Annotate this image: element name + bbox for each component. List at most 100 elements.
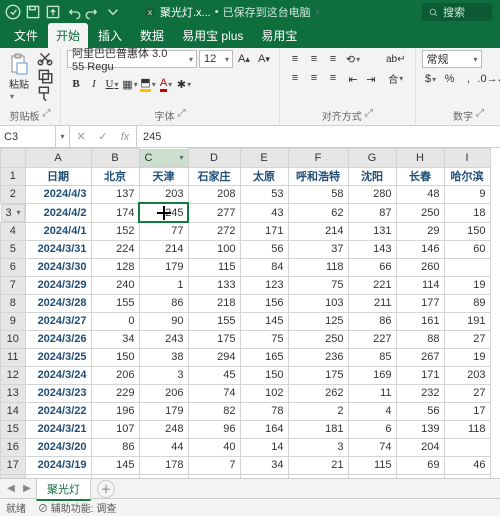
select-all-corner[interactable] <box>1 149 26 168</box>
align-left-icon[interactable]: ≡ <box>286 69 304 87</box>
cell[interactable]: 2024/3/23 <box>25 384 91 402</box>
cell[interactable]: 267 <box>396 348 444 366</box>
cell[interactable]: 56 <box>240 240 288 258</box>
cell[interactable]: 51 <box>444 474 490 478</box>
cell[interactable]: 156 <box>240 294 288 312</box>
decrease-indent-icon[interactable]: ⇤ <box>344 70 362 88</box>
undo-icon[interactable] <box>64 3 82 21</box>
cell[interactable]: 250 <box>288 330 348 348</box>
cell[interactable]: 27 <box>444 384 490 402</box>
percent-format-icon[interactable]: % <box>441 70 459 88</box>
column-header[interactable]: C <box>140 149 188 167</box>
save-icon[interactable] <box>24 3 42 21</box>
tab-addin1[interactable]: 易用宝 plus <box>174 23 251 48</box>
sheet-tab[interactable]: 聚光灯 <box>36 478 91 501</box>
cell[interactable]: 245 <box>139 203 188 222</box>
column-header[interactable]: H <box>396 149 444 168</box>
cell[interactable]: 27 <box>444 330 490 348</box>
row-header[interactable]: 17 <box>1 456 26 474</box>
cell[interactable]: 171 <box>240 222 288 240</box>
cell[interactable]: 155 <box>188 312 240 330</box>
cell[interactable]: 248 <box>139 420 188 438</box>
cell[interactable]: 89 <box>91 474 139 478</box>
header-cell[interactable]: 日期 <box>25 167 91 185</box>
cell[interactable]: 19 <box>444 348 490 366</box>
cell[interactable]: 139 <box>396 420 444 438</box>
cell[interactable]: 196 <box>91 402 139 420</box>
row-header[interactable]: 15 <box>1 420 26 438</box>
cell[interactable]: 128 <box>91 258 139 276</box>
cell[interactable]: 86 <box>348 312 396 330</box>
cell[interactable]: 11 <box>348 384 396 402</box>
cell[interactable]: 145 <box>240 312 288 330</box>
cell[interactable]: 169 <box>348 366 396 384</box>
increase-font-icon[interactable]: A▴ <box>235 50 253 68</box>
cell[interactable]: 2024/3/24 <box>25 366 91 384</box>
cell[interactable]: 74 <box>188 384 240 402</box>
cell[interactable]: 87 <box>348 203 396 222</box>
cell[interactable]: 2024/4/3 <box>25 185 91 203</box>
cell[interactable]: 125 <box>288 312 348 330</box>
row-header[interactable]: 10 <box>1 330 26 348</box>
bold-button[interactable]: B <box>67 75 85 93</box>
cell[interactable]: 102 <box>240 384 288 402</box>
cell[interactable]: 6 <box>348 420 396 438</box>
cell[interactable]: 86 <box>139 294 188 312</box>
cell[interactable]: 232 <box>396 384 444 402</box>
cell[interactable]: 272 <box>188 222 240 240</box>
cell[interactable]: 227 <box>348 330 396 348</box>
cell[interactable]: 69 <box>396 456 444 474</box>
cell[interactable]: 44 <box>139 438 188 456</box>
cell[interactable] <box>444 258 490 276</box>
cell[interactable]: 2024/3/31 <box>25 240 91 258</box>
cell[interactable]: 214 <box>139 240 188 258</box>
italic-button[interactable]: I <box>85 75 103 93</box>
cell[interactable]: 165 <box>240 348 288 366</box>
header-cell[interactable]: 石家庄 <box>188 167 240 185</box>
cell[interactable]: 146 <box>396 240 444 258</box>
paste-button[interactable]: 粘贴▾ <box>6 50 32 105</box>
name-box-dropdown-icon[interactable]: ▾ <box>56 126 70 147</box>
align-bottom-icon[interactable]: ≡ <box>324 50 342 68</box>
wrap-text-button[interactable]: ab↵ <box>383 50 409 68</box>
row-header[interactable]: 18 <box>1 474 26 478</box>
accounting-format-icon[interactable]: $▾ <box>422 70 440 88</box>
cell[interactable]: 77 <box>139 222 188 240</box>
cell[interactable]: 2024/3/27 <box>25 312 91 330</box>
cell[interactable]: 277 <box>188 203 240 222</box>
add-sheet-button[interactable]: ＋ <box>97 480 115 498</box>
sheet-nav-next-icon[interactable]: ▶ <box>20 483 34 494</box>
cell[interactable]: 45 <box>188 366 240 384</box>
column-header[interactable]: I <box>444 149 490 168</box>
cell[interactable]: 86 <box>91 438 139 456</box>
cell[interactable]: 279 <box>396 474 444 478</box>
font-color-button[interactable]: A▾ <box>157 75 175 93</box>
cell[interactable]: 179 <box>139 402 188 420</box>
search-box[interactable]: 搜索 <box>422 3 492 21</box>
cell[interactable]: 74 <box>348 438 396 456</box>
cell[interactable]: 9 <box>444 185 490 203</box>
cell[interactable]: 107 <box>91 420 139 438</box>
cell[interactable]: 19 <box>444 276 490 294</box>
fx-icon[interactable]: fx <box>114 126 136 147</box>
column-header[interactable]: G <box>348 149 396 168</box>
cell[interactable]: 53 <box>240 185 288 203</box>
cell[interactable]: 37 <box>288 240 348 258</box>
number-format-select[interactable]: 常规 <box>422 50 482 68</box>
font-name-select[interactable]: 阿里巴巴普惠体 3.0 55 Regu <box>67 50 197 68</box>
cell[interactable]: 181 <box>288 420 348 438</box>
cell[interactable]: 31 <box>348 474 396 478</box>
header-cell[interactable]: 天津 <box>139 167 188 185</box>
row-header[interactable]: 8 <box>1 294 26 312</box>
cell[interactable]: 150 <box>444 222 490 240</box>
cell[interactable]: 211 <box>348 294 396 312</box>
header-cell[interactable]: 长春 <box>396 167 444 185</box>
cell[interactable]: 243 <box>139 330 188 348</box>
underline-button[interactable]: U▾ <box>103 75 121 93</box>
cell[interactable]: 89 <box>444 294 490 312</box>
cell[interactable]: 84 <box>240 258 288 276</box>
cell[interactable]: 218 <box>188 294 240 312</box>
row-header[interactable]: 7 <box>1 276 26 294</box>
cell[interactable]: 4 <box>348 402 396 420</box>
cell[interactable]: 260 <box>396 258 444 276</box>
